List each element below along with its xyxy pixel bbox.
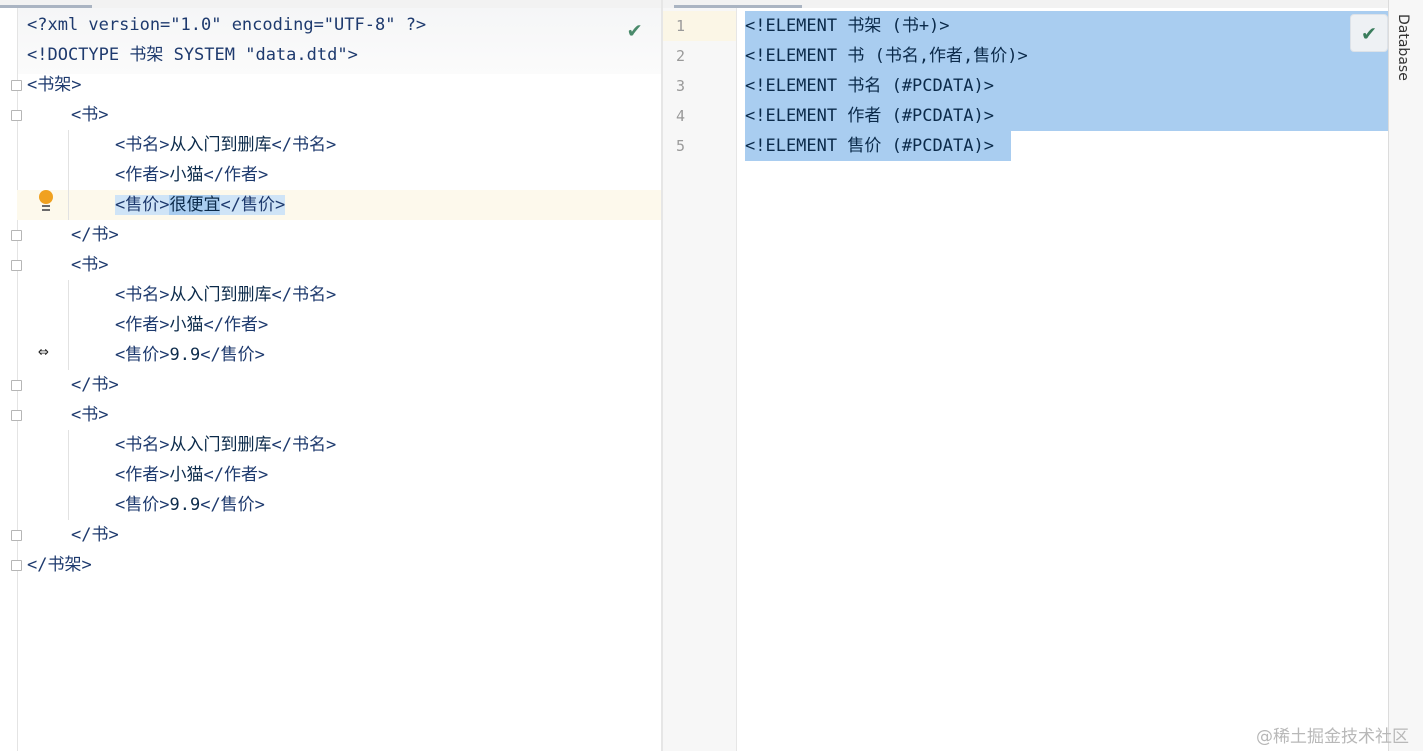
current-line-highlight <box>17 190 661 220</box>
close-tag: </作者> <box>203 165 269 185</box>
code-line[interactable]: <!DOCTYPE 书架 SYSTEM "data.dtd"> <box>27 40 358 70</box>
fold-marker[interactable] <box>11 530 22 541</box>
fold-marker[interactable] <box>11 110 22 121</box>
database-tool-tab[interactable]: Database <box>1395 14 1411 81</box>
line-number: 3 <box>675 77 685 95</box>
dtd-line[interactable]: <!ELEMENT 作者 (#PCDATA)> <box>745 101 994 131</box>
close-tag: </售价> <box>220 195 286 215</box>
fold-marker[interactable] <box>11 80 22 91</box>
close-tag: </售价> <box>200 495 265 515</box>
code-line[interactable]: <书> <box>71 250 108 280</box>
open-tag: <书> <box>71 255 109 275</box>
line-number: 4 <box>675 107 685 125</box>
element-text: 小猫 <box>169 165 204 185</box>
code-line[interactable]: <书> <box>71 100 108 130</box>
close-tag: </书名> <box>271 135 337 155</box>
element-text: 从入门到删库 <box>169 435 272 455</box>
code-line[interactable]: </书架> <box>27 550 92 580</box>
close-tag: </书架> <box>27 555 92 575</box>
dtd-line[interactable]: <!ELEMENT 书架 (书+)> <box>745 11 950 41</box>
lightbulb-icon[interactable] <box>36 190 56 216</box>
element-text: 小猫 <box>169 315 204 335</box>
code-line[interactable]: </书> <box>71 520 119 550</box>
dtd-line[interactable]: <!ELEMENT 书名 (#PCDATA)> <box>745 71 994 101</box>
watermark: @稀土掘金技术社区 <box>1256 727 1409 747</box>
element-text: 从入门到删库 <box>169 285 272 305</box>
open-tag: <作者> <box>115 165 170 185</box>
dtd-editor-pane[interactable]: 1 2 3 4 5 <!ELEMENT 书架 (书+)> <!ELEMENT 书… <box>663 8 1388 751</box>
indent-guide <box>68 130 69 220</box>
code-line[interactable]: <作者>小猫</作者> <box>115 310 268 340</box>
code-line[interactable]: </书> <box>71 220 119 250</box>
fold-marker[interactable] <box>11 380 22 391</box>
close-tag: </书> <box>71 225 119 245</box>
code-line[interactable]: <作者>小猫</作者> <box>115 460 268 490</box>
open-tag: <售价> <box>115 345 170 365</box>
open-tag: <作者> <box>115 465 170 485</box>
open-tag: <书名> <box>115 435 170 455</box>
element-text: 9.9 <box>169 495 201 515</box>
line-number: 2 <box>675 47 685 65</box>
open-tag: <书架> <box>27 75 82 95</box>
line-number: 1 <box>675 17 685 35</box>
indent-guide <box>68 430 69 520</box>
open-tag: <书> <box>71 405 109 425</box>
close-tag: </书名> <box>271 435 337 455</box>
code-line[interactable]: <?xml version="1.0" encoding="UTF-8" ?> <box>27 10 426 40</box>
close-tag: </作者> <box>203 465 269 485</box>
tool-window-strip: Database <box>1388 0 1423 751</box>
close-tag: </作者> <box>203 315 269 335</box>
horizontal-resize-cursor-icon: ⇔ <box>38 341 49 362</box>
close-tag: </书> <box>71 525 119 545</box>
checkmark-icon[interactable]: ✔ <box>628 18 641 43</box>
doctype-declaration: <!DOCTYPE 书架 SYSTEM "data.dtd"> <box>27 45 358 65</box>
element-text: 从入门到删库 <box>169 135 272 155</box>
selected-code-line[interactable]: <售价>很便宜</售价> <box>115 190 286 220</box>
open-tag: <书名> <box>115 135 170 155</box>
indent-guide <box>68 280 69 370</box>
open-tag: <售价> <box>115 495 170 515</box>
code-line[interactable]: <作者>小猫</作者> <box>115 160 268 190</box>
code-line[interactable]: <书名>从入门到删库</书名> <box>115 280 336 310</box>
code-line[interactable]: <书> <box>71 400 108 430</box>
code-line[interactable]: <书名>从入门到删库</书名> <box>115 430 336 460</box>
open-tag: <作者> <box>115 315 170 335</box>
code-line[interactable]: </书> <box>71 370 119 400</box>
fold-marker[interactable] <box>11 560 22 571</box>
checkmark-icon[interactable]: ✔ <box>1350 14 1388 52</box>
element-text: 小猫 <box>169 465 204 485</box>
close-tag: </书名> <box>271 285 337 305</box>
xml-declaration: <?xml version="1.0" encoding="UTF-8" ?> <box>27 15 427 35</box>
fold-marker[interactable] <box>11 410 22 421</box>
element-text: 9.9 <box>169 345 201 365</box>
open-tag: <售价> <box>115 195 170 215</box>
open-tag: <书名> <box>115 285 170 305</box>
element-text: 很便宜 <box>169 195 221 215</box>
close-tag: </书> <box>71 375 119 395</box>
xml-editor-pane[interactable]: <?xml version="1.0" encoding="UTF-8" ?> … <box>0 8 661 751</box>
fold-marker[interactable] <box>11 230 22 241</box>
dtd-line[interactable]: <!ELEMENT 售价 (#PCDATA)> <box>745 131 994 161</box>
close-tag: </售价> <box>200 345 265 365</box>
code-line[interactable]: <书架> <box>27 70 81 100</box>
line-number: 5 <box>675 137 685 155</box>
dtd-line[interactable]: <!ELEMENT 书 (书名,作者,售价)> <box>745 41 1028 71</box>
code-line[interactable]: <书名>从入门到删库</书名> <box>115 130 336 160</box>
right-editor-gutter[interactable]: 1 2 3 4 5 <box>663 8 737 751</box>
open-tag: <书> <box>71 105 109 125</box>
code-line[interactable]: <售价>9.9</售价> <box>115 490 265 520</box>
fold-marker[interactable] <box>11 260 22 271</box>
code-line[interactable]: <售价>9.9</售价> <box>115 340 265 370</box>
